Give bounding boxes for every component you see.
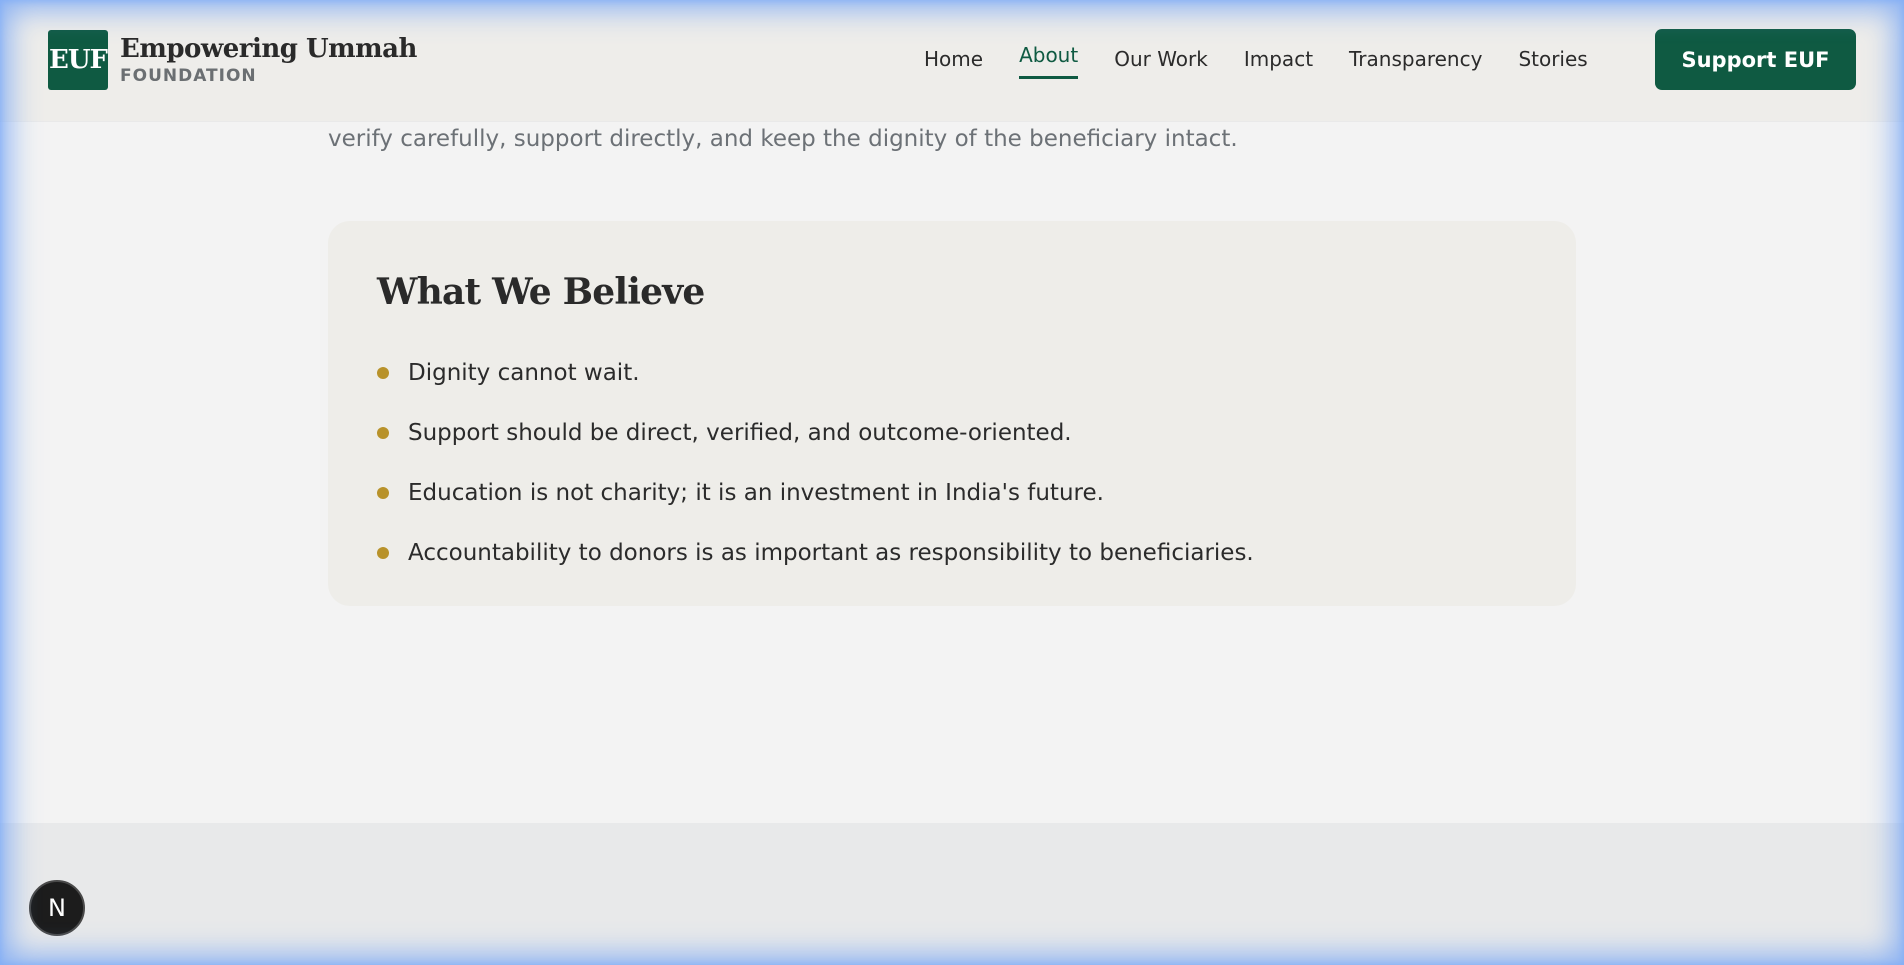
nav-home[interactable]: Home: [924, 44, 983, 80]
intro-text: verify carefully, support directly, and …: [328, 126, 1238, 152]
bullet-dot-icon: [377, 487, 389, 499]
main-nav: Home About Our Work Impact Transparency …: [924, 43, 1624, 80]
list-item: Accountability to donors is as important…: [377, 523, 1254, 583]
nav-our-work[interactable]: Our Work: [1114, 44, 1208, 80]
brand-subtitle: FOUNDATION: [120, 66, 257, 86]
page: EUF Empowering Ummah FOUNDATION Home Abo…: [0, 0, 1904, 965]
list-item: Support should be direct, verified, and …: [377, 403, 1254, 463]
bullet-dot-icon: [377, 547, 389, 559]
list-item: Education is not charity; it is an inves…: [377, 463, 1254, 523]
nav-about[interactable]: About: [1019, 40, 1079, 79]
belief-text: Dignity cannot wait.: [408, 360, 640, 386]
beliefs-title: What We Believe: [377, 271, 705, 313]
brand-logo-link[interactable]: EUF Empowering Ummah FOUNDATION: [48, 30, 417, 90]
nav-stories[interactable]: Stories: [1518, 44, 1587, 80]
nextjs-dev-tools-button[interactable]: N: [29, 880, 85, 936]
nextjs-logo-icon: N: [48, 894, 66, 922]
belief-text: Accountability to donors is as important…: [408, 540, 1254, 566]
list-item: Dignity cannot wait.: [377, 343, 1254, 403]
belief-text: Education is not charity; it is an inves…: [408, 480, 1104, 506]
site-header: EUF Empowering Ummah FOUNDATION Home Abo…: [0, 0, 1904, 121]
bullet-dot-icon: [377, 367, 389, 379]
nav-impact[interactable]: Impact: [1244, 44, 1313, 80]
footer: [0, 823, 1904, 965]
brand-text: Empowering Ummah FOUNDATION: [120, 34, 417, 86]
belief-text: Support should be direct, verified, and …: [408, 420, 1072, 446]
support-euf-button[interactable]: Support EUF: [1655, 29, 1856, 90]
beliefs-card: What We Believe Dignity cannot wait. Sup…: [328, 221, 1576, 606]
nav-transparency[interactable]: Transparency: [1349, 44, 1482, 80]
brand-mark: EUF: [48, 30, 108, 90]
bullet-dot-icon: [377, 427, 389, 439]
brand-name: Empowering Ummah: [120, 34, 417, 64]
beliefs-list: Dignity cannot wait. Support should be d…: [377, 343, 1254, 583]
